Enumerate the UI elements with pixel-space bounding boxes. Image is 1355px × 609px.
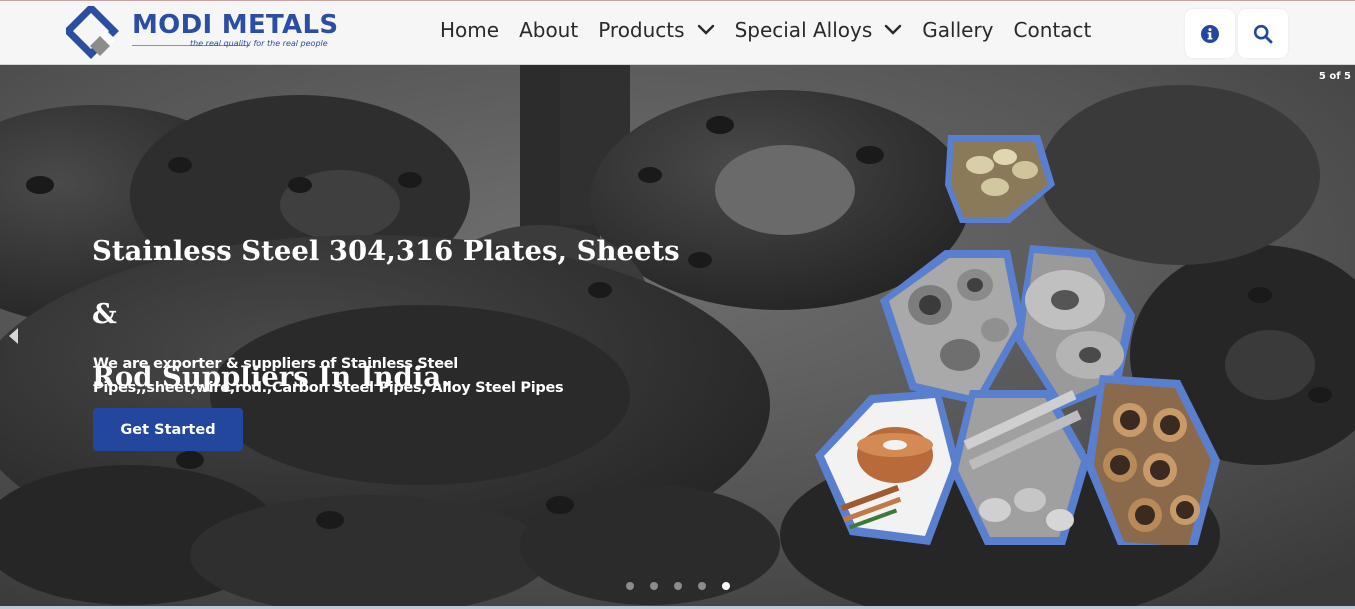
slide-dot-2[interactable] (650, 582, 658, 590)
get-started-button[interactable]: Get Started (93, 408, 243, 451)
hero-title-line1: Stainless Steel 304,316 Plates, Sheets & (92, 235, 680, 330)
logo-mark-icon (66, 6, 119, 59)
slide-dot-4[interactable] (698, 582, 706, 590)
main-nav: Home About Products Special Alloys Galle… (440, 15, 1111, 45)
nav-products[interactable]: Products (598, 18, 714, 42)
slide-dot-5[interactable] (722, 582, 730, 590)
nav-about-label: About (519, 18, 579, 42)
nav-special-alloys[interactable]: Special Alloys (735, 18, 903, 42)
nav-gallery-label: Gallery (922, 18, 994, 42)
nav-products-label: Products (598, 18, 685, 42)
slide-dot-1[interactable] (626, 582, 634, 590)
hero-subtitle-line1: We are exporter & suppliers of Stainless… (93, 356, 458, 372)
site-header: MODI METALS the real quality for the rea… (0, 0, 1355, 65)
hex-wire-spool (815, 390, 960, 545)
brand-tagline: the real quality for the real people (190, 39, 328, 48)
slide-counter: 5 of 5 (1318, 71, 1351, 82)
brand-logo[interactable]: MODI METALS the real quality for the rea… (66, 6, 346, 62)
nav-contact[interactable]: Contact (1014, 18, 1092, 42)
search-icon (1253, 24, 1273, 43)
chevron-down-icon[interactable] (884, 24, 902, 36)
slide-dot-3[interactable] (674, 582, 682, 590)
hex-pipe-fittings (880, 250, 1025, 405)
hero-subtitle-line2: Pipes,,sheet,wire,rod.,Carbon Steel Pipe… (93, 380, 564, 396)
hex-flange-closeup (945, 135, 1055, 223)
hex-round-bars (950, 390, 1090, 545)
nav-special-alloys-label: Special Alloys (734, 18, 873, 42)
nav-about[interactable]: About (519, 18, 578, 42)
search-button[interactable] (1238, 9, 1288, 58)
nav-home-label: Home (440, 18, 500, 42)
hex-steel-pipes (1085, 375, 1220, 545)
chevron-down-icon[interactable] (697, 24, 715, 36)
nav-contact-label: Contact (1013, 18, 1092, 42)
info-icon (1201, 24, 1219, 43)
hero-subtitle: We are exporter & suppliers of Stainless… (93, 352, 613, 400)
hero-slider: 5 of 5 Stainless Steel 304,316 Plates, S… (0, 65, 1355, 606)
slider-dots (626, 582, 746, 590)
nav-gallery[interactable]: Gallery (922, 18, 993, 42)
prev-slide-arrow-icon[interactable] (9, 328, 18, 344)
product-hexagon-collage (815, 135, 1220, 545)
nav-home[interactable]: Home (440, 18, 499, 42)
info-button[interactable] (1185, 9, 1235, 58)
brand-name: MODI METALS (132, 10, 339, 40)
